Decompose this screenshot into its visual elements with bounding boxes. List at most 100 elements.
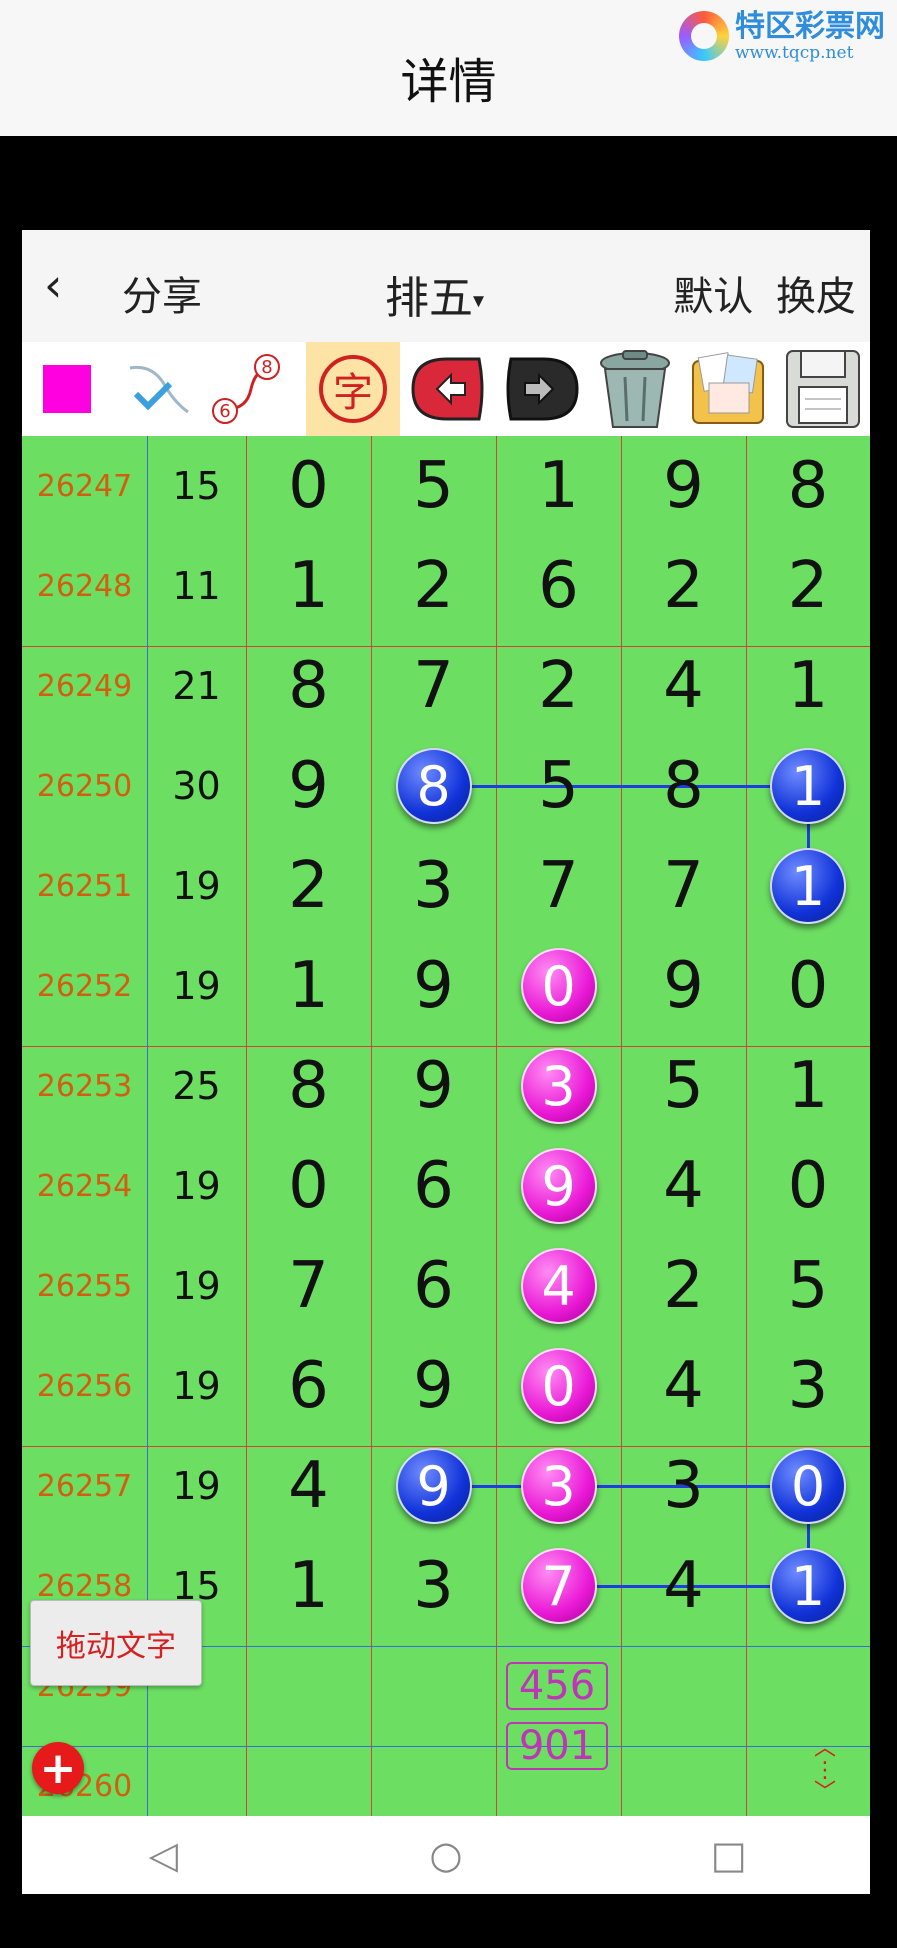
digit-cell[interactable]: 2 [371,536,496,636]
digit-cell[interactable]: 0 [496,936,621,1036]
digit-cell[interactable]: 4 [246,1436,371,1536]
digit-cell[interactable]: 2 [496,636,621,736]
digit-cell[interactable]: 8 [246,636,371,736]
drag-text-button[interactable]: 拖动文字 [30,1600,202,1686]
digit-cell[interactable] [746,1736,870,1816]
sum-value [147,1736,246,1816]
digit-cell[interactable]: 0 [746,1136,870,1236]
table-row: 26250 30 9 8 5 8 1 [22,736,870,836]
digit-cell[interactable]: 1 [746,736,870,836]
character-icon[interactable]: 字 [306,342,400,436]
digit-cell[interactable] [371,1636,496,1736]
digit-cell[interactable]: 7 [496,836,621,936]
digit-cell[interactable]: 9 [371,1436,496,1536]
nav-back-button[interactable]: ◁ [113,1833,213,1877]
digit-cell[interactable]: 4 [621,1536,746,1636]
digit-cell[interactable]: 3 [371,1536,496,1636]
digit-cell[interactable]: 5 [746,1236,870,1336]
gallery-icon[interactable] [682,342,776,436]
digit-cell[interactable]: 7 [246,1236,371,1336]
redo-icon[interactable] [496,342,588,436]
nav-home-button[interactable]: ○ [396,1833,496,1877]
digit-cell[interactable]: 8 [621,736,746,836]
digit-cell[interactable]: 3 [496,1036,621,1136]
change-skin-button[interactable]: 换皮 [776,274,856,320]
digit-cell[interactable]: 8 [371,736,496,836]
up-down-arrows-icon[interactable]: ︿ ⋮ ﹀ [814,1738,836,1804]
digit-cell[interactable]: 0 [246,436,371,536]
digit-cell[interactable]: 9 [496,1136,621,1236]
digit-cell[interactable]: 5 [496,736,621,836]
digit-cell[interactable]: 4 [621,1336,746,1436]
digit-cell[interactable] [621,1636,746,1736]
curve-number-top: 8 [261,357,272,378]
digit-cell[interactable]: 3 [371,836,496,936]
chevron-left-icon[interactable]: ‹ [44,260,62,310]
digit-cell[interactable] [621,1736,746,1816]
digit-cell[interactable]: 6 [371,1236,496,1336]
digit-cell[interactable]: 6 [496,536,621,636]
plus-circle-icon[interactable]: + [32,1742,84,1794]
digit-value: 3 [663,1449,704,1523]
digit-cell[interactable]: 9 [371,1336,496,1436]
digit-cell[interactable]: 3 [621,1436,746,1536]
digit-cell[interactable]: 1 [746,836,870,936]
digit-cell[interactable] [746,1636,870,1736]
nav-recent-button[interactable]: □ [679,1833,779,1877]
digit-cell[interactable]: 5 [371,436,496,536]
digit-value: 4 [288,1449,329,1523]
magenta-ball: 0 [520,948,597,1024]
digit-cell[interactable]: 0 [746,1436,870,1536]
number-curve-icon[interactable]: 8 6 [202,342,292,436]
issue-number: 26249 [36,668,133,704]
undo-icon[interactable] [402,342,494,436]
trash-icon[interactable] [588,342,682,436]
digit-cell[interactable]: 1 [246,1536,371,1636]
digit-cell[interactable]: 1 [746,1036,870,1136]
save-icon[interactable] [776,342,870,436]
digit-cell[interactable]: 9 [371,1036,496,1136]
digit-cell[interactable]: 7 [371,636,496,736]
brush-icon[interactable] [112,342,202,436]
digit-cell[interactable] [371,1736,496,1816]
sum-value: 11 [172,564,221,608]
digit-cell[interactable]: 2 [621,1236,746,1336]
digit-cell[interactable]: 1 [496,436,621,536]
digit-value: 0 [288,449,329,523]
digit-cell[interactable]: 5 [621,1036,746,1136]
digit-cell[interactable]: 9 [371,936,496,1036]
digit-cell[interactable]: 9 [246,736,371,836]
digit-value: 4 [663,1549,704,1623]
digit-cell[interactable]: 8 [746,436,870,536]
digit-cell[interactable]: 0 [496,1336,621,1436]
digit-cell[interactable]: 6 [246,1336,371,1436]
digit-cell[interactable]: 7 [496,1536,621,1636]
digit-cell[interactable]: 1 [246,536,371,636]
digit-cell[interactable]: 0 [746,936,870,1036]
digit-cell[interactable]: 1 [746,1536,870,1636]
share-button[interactable]: 分享 [122,264,202,322]
digit-cell[interactable]: 8 [246,1036,371,1136]
issue-number: 26250 [36,768,133,804]
digit-cell[interactable]: 2 [746,536,870,636]
digit-cell[interactable]: 1 [246,936,371,1036]
digit-cell[interactable]: 6 [371,1136,496,1236]
digit-cell[interactable]: 9 [621,436,746,536]
digit-cell[interactable]: 3 [746,1336,870,1436]
digit-cell[interactable]: 2 [246,836,371,936]
digit-cell[interactable]: 0 [246,1136,371,1236]
digit-cell[interactable]: 4 [496,1236,621,1336]
magenta-square-icon[interactable] [22,342,112,436]
issue-number: 26251 [36,868,133,904]
digit-cell[interactable]: 9 [621,936,746,1036]
default-button[interactable]: 默认 [673,274,753,320]
digit-cell[interactable]: 7 [621,836,746,936]
digit-cell[interactable] [246,1636,371,1736]
digit-cell[interactable]: 4 [621,1136,746,1236]
lottery-selector[interactable]: 排五▾ [385,262,484,326]
digit-cell[interactable]: 2 [621,536,746,636]
digit-cell[interactable]: 1 [746,636,870,736]
digit-cell[interactable] [246,1736,371,1816]
digit-cell[interactable]: 4 [621,636,746,736]
digit-cell[interactable]: 3 [496,1436,621,1536]
